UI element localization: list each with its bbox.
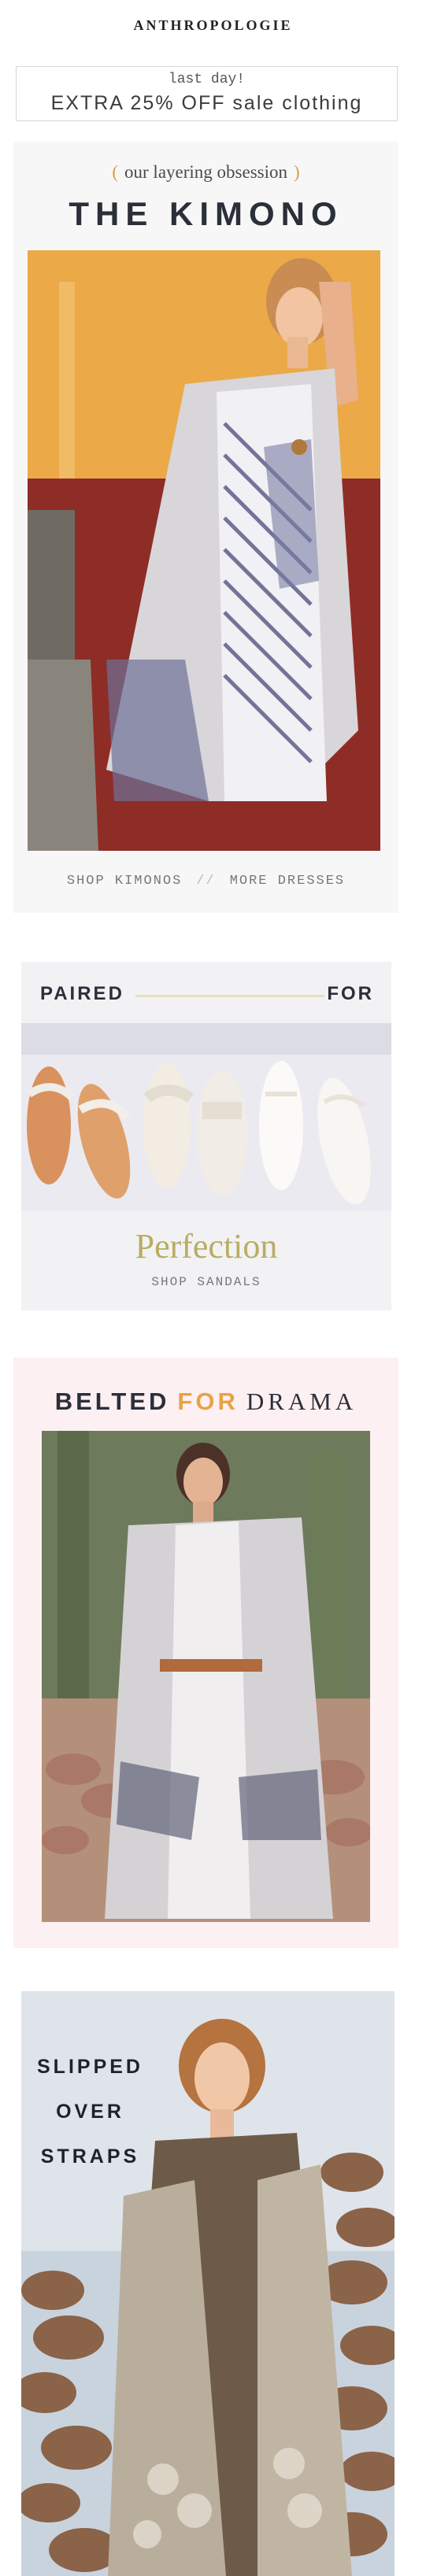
shop-kimonos-link[interactable]: SHOP KIMONOS [67,874,182,889]
sandals-image [21,1023,391,1210]
promo-offer: EXTRA 25% OFF sale clothing [50,92,363,114]
kimono-photo[interactable] [28,250,380,851]
straps-line-1: SLIPPED [37,2056,143,2078]
straps-line-2: OVER [56,2101,124,2123]
heading-rule [135,995,324,997]
kimono-links: SHOP KIMONOS // MORE DRESSES [13,874,398,889]
perfection-heading: Perfection [135,1227,278,1266]
belted-model-image [42,1431,370,1922]
tagline-text: our layering obsession [124,162,287,182]
belted-section: BELTED FOR DRAMA [13,1358,398,1948]
straps-line-3: STRAPS [40,2145,140,2168]
kimono-model-image [28,250,380,851]
kimono-tagline: (our layering obsession) [13,162,398,183]
shop-sandals-link[interactable]: SHOP SANDALS [21,1275,391,1289]
belted-photo[interactable] [42,1431,370,1922]
promo-eyebrow: last day! [168,72,246,87]
belted-word: BELTED [54,1388,170,1415]
paren-close: ) [293,162,300,182]
link-separator: // [196,874,216,889]
belted-heading: BELTED FOR DRAMA [13,1388,398,1416]
brand-logo[interactable]: ANTHROPOLOGIE [0,17,426,34]
for-word: FOR [177,1388,239,1415]
paren-open: ( [112,162,119,182]
for-heading: FOR [327,983,374,1004]
promo-banner[interactable]: last day! EXTRA 25% OFF sale clothing [16,66,398,121]
more-dresses-link[interactable]: MORE DRESSES [230,874,345,889]
drama-word: DRAMA [246,1388,357,1415]
straps-section[interactable]: SLIPPED OVER STRAPS [21,1991,395,2576]
straps-heading: SLIPPED OVER STRAPS [37,2045,143,2179]
paired-heading: PAIRED [40,983,124,1004]
kimono-section: (our layering obsession) THE KIMONO SHOP… [13,142,398,913]
sandals-photo[interactable] [21,1023,391,1210]
sandals-section: PAIRED FOR Perfection SHOP SANDALS [21,962,391,1310]
kimono-title: THE KIMONO [69,195,343,232]
